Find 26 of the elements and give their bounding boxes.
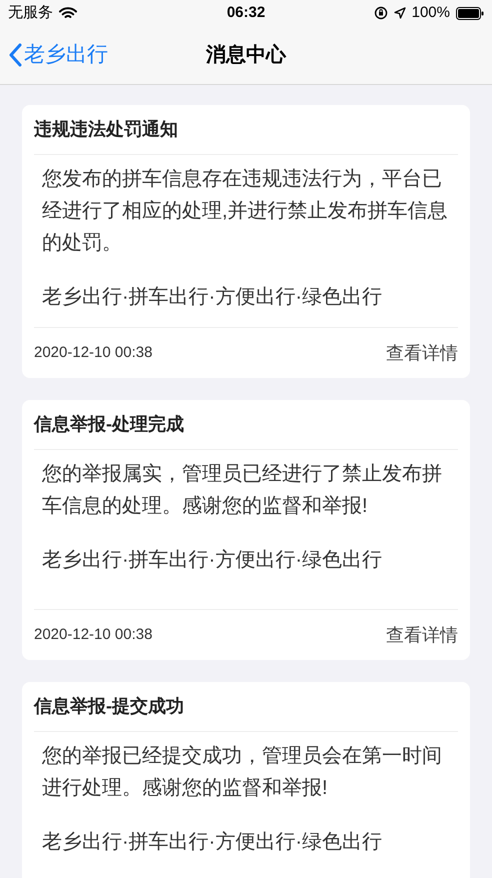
battery-percent: 100% bbox=[412, 2, 450, 23]
message-card[interactable]: 信息举报-提交成功 您的举报已经提交成功，管理员会在第一时间进行处理。感谢您的监督和举报! 老乡出行·拼车出行·方便出行·绿色出行 bbox=[22, 682, 470, 878]
message-body: 您的举报已经提交成功，管理员会在第一时间进行处理。感谢您的监督和举报! bbox=[42, 744, 443, 801]
message-card[interactable]: 信息举报-处理完成 您的举报属实，管理员已经进行了禁止发布拼车信息的处理。感谢您的监督和举报! 老乡出行·拼车出行·方便出行·绿色出行 2020-12-10 00:38 查看详情 bbox=[22, 400, 470, 660]
message-title: 违规违法处罚通知 bbox=[34, 105, 458, 155]
carrier-label: 无服务 bbox=[8, 2, 53, 23]
rotation-lock-icon bbox=[374, 6, 388, 20]
page-title: 消息中心 bbox=[206, 42, 286, 68]
battery-icon bbox=[456, 6, 484, 20]
message-body: 您发布的拼车信息存在违规违法行为，平台已经进行了相应的处理,并进行禁止发布拼车信息的处罚。 bbox=[42, 167, 449, 256]
message-card[interactable]: 违规违法处罚通知 您发布的拼车信息存在违规违法行为，平台已经进行了相应的处理,并进行禁止发布拼车信息的处罚。 老乡出行·拼车出行·方便出行·绿色出行 2020-12-10 00:38 查看详情 bbox=[22, 105, 470, 378]
message-time: 2020-12-10 00:38 bbox=[34, 342, 152, 363]
location-arrow-icon bbox=[394, 7, 406, 19]
clock-time: 06:32 bbox=[226, 2, 266, 23]
message-time: 2020-12-10 00:38 bbox=[34, 624, 152, 645]
message-title: 信息举报-处理完成 bbox=[34, 400, 458, 450]
view-details-link[interactable]: 查看详情 bbox=[386, 340, 458, 366]
message-body: 您的举报属实，管理员已经进行了禁止发布拼车信息的处理。感谢您的监督和举报! bbox=[42, 462, 443, 519]
message-title: 信息举报-提交成功 bbox=[34, 682, 458, 732]
view-details-link[interactable]: 查看详情 bbox=[386, 622, 458, 648]
message-slogan: 老乡出行·拼车出行·方便出行·绿色出行 bbox=[42, 548, 383, 573]
message-slogan: 老乡出行·拼车出行·方便出行·绿色出行 bbox=[42, 830, 383, 855]
back-button[interactable]: 老乡出行 bbox=[8, 26, 108, 84]
chevron-left-icon bbox=[8, 43, 22, 67]
message-slogan: 老乡出行·拼车出行·方便出行·绿色出行 bbox=[42, 285, 383, 310]
wifi-icon bbox=[59, 6, 77, 20]
